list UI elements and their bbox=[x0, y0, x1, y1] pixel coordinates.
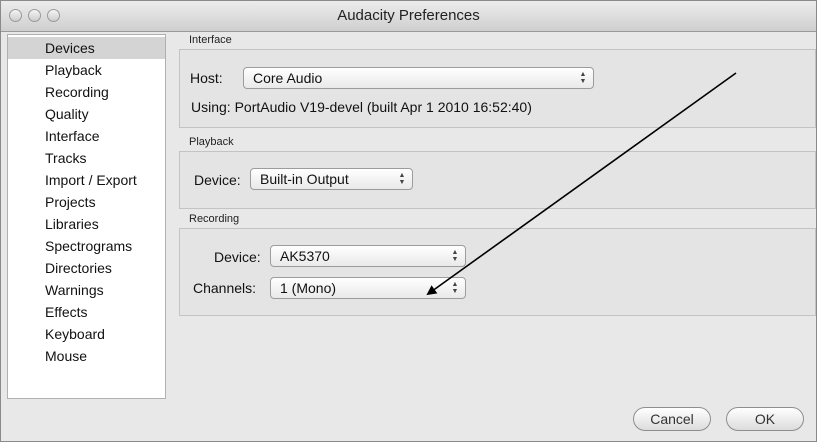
arrow-line bbox=[426, 72, 737, 296]
arrow-annotation bbox=[426, 72, 737, 296]
